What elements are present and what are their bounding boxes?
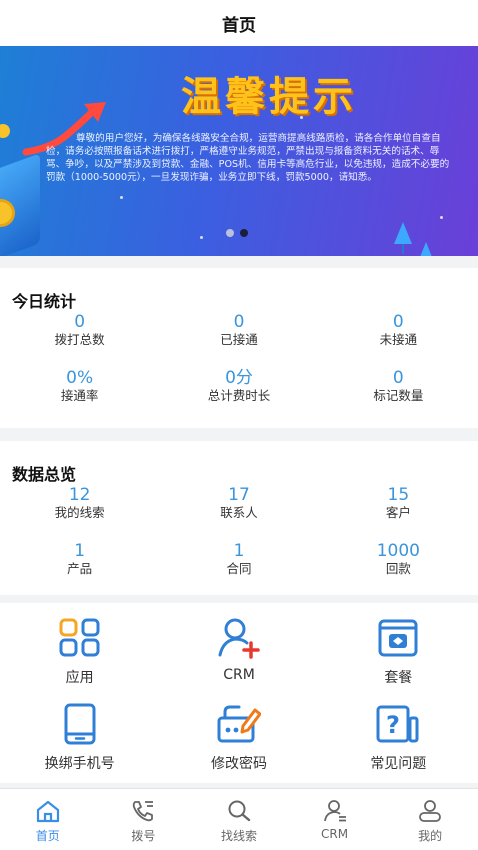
apps-icon: [57, 615, 103, 661]
question-icon: ?: [375, 701, 421, 747]
overview-label: 合同: [226, 561, 252, 576]
menu-item-label: 套餐: [384, 670, 413, 686]
overview-value: 1: [74, 541, 86, 561]
overview-value: 1000: [376, 541, 420, 561]
tab-find-leads[interactable]: 找线索: [191, 789, 287, 850]
overview-my-leads[interactable]: 12 我的线索: [0, 485, 159, 541]
svg-text:?: ?: [386, 711, 400, 739]
tab-label: 我的: [418, 829, 443, 843]
menu-item-label: CRM: [223, 667, 255, 683]
package-icon: [375, 615, 421, 661]
stat-value: 0: [233, 312, 245, 332]
menu-item-label: 应用: [65, 670, 94, 686]
stat-label: 总计费时长: [207, 388, 271, 403]
stat-label: 未接通: [379, 332, 418, 347]
tab-dial[interactable]: 拨号: [96, 789, 192, 850]
section-title: 今日统计: [12, 292, 77, 311]
overview-products[interactable]: 1 产品: [0, 541, 159, 597]
menu-item-label: 换绑手机号: [44, 756, 115, 772]
tab-label: 拨号: [131, 829, 156, 843]
overview-payments[interactable]: 1000 回款: [319, 541, 478, 597]
home-icon: [0, 797, 96, 825]
stat-connect-rate[interactable]: 0% 接通率: [0, 368, 159, 424]
stat-value: 0: [392, 312, 404, 332]
overview-value: 12: [68, 485, 91, 505]
phone-icon: [57, 701, 103, 747]
tree-icon: [394, 222, 412, 254]
stat-label: 接通率: [60, 388, 99, 403]
carousel-dot[interactable]: [226, 229, 234, 237]
overview-value: 15: [387, 485, 410, 505]
profile-icon: [382, 797, 478, 825]
top-bar: 首页: [0, 0, 478, 46]
menu-item-change-phone[interactable]: 换绑手机号: [0, 701, 159, 787]
stat-connected[interactable]: 0 已接通: [159, 312, 318, 368]
tab-label: 找线索: [220, 829, 257, 843]
stat-value: 0: [74, 312, 86, 332]
crm-icon: [287, 797, 383, 825]
overview-customers[interactable]: 15 客户: [319, 485, 478, 541]
stat-value: 0分: [225, 368, 253, 388]
page-title: 首页: [222, 15, 256, 36]
tab-label: CRM: [321, 827, 349, 841]
overview-value: 17: [228, 485, 250, 505]
notice-banner[interactable]: 温馨提示 尊敬的用户您好，为确保各线路安全合规，运营商提高线路质检，请各合作单位…: [0, 46, 478, 256]
menu-item-change-password[interactable]: 修改密码: [159, 701, 318, 787]
coin-icon: [0, 124, 10, 138]
banner-text: 尊敬的用户您好，为确保各线路安全合规，运营商提高线路质检，请各合作单位自查自检，…: [46, 133, 450, 183]
section-title: 数据总览: [12, 465, 77, 484]
overview-label: 产品: [67, 561, 93, 576]
stat-not-connected[interactable]: 0 未接通: [319, 312, 478, 368]
dial-icon: [96, 797, 192, 825]
stat-value: 0: [392, 368, 404, 388]
tab-label: 首页: [35, 829, 60, 843]
overview-contracts[interactable]: 1 合同: [159, 541, 318, 597]
menu-item-crm[interactable]: CRM: [159, 615, 318, 701]
tab-home[interactable]: 首页: [0, 789, 96, 850]
stat-label: 标记数量: [373, 388, 424, 403]
overview-label: 回款: [385, 561, 411, 576]
search-icon: [191, 797, 287, 825]
stat-total-calls[interactable]: 0 拨打总数: [0, 312, 159, 368]
overview-label: 我的线索: [54, 505, 105, 520]
stat-value: 0%: [66, 368, 94, 388]
bottom-tab-bar: 首页 拨号 找线索 CRM 我的: [0, 788, 478, 850]
carousel-dot-active[interactable]: [240, 229, 248, 237]
shortcut-menu-section: 应用 CRM 套餐 换绑手机号 修改密码 ? 常见问题: [0, 603, 478, 783]
stat-label: 拨打总数: [54, 332, 105, 347]
menu-item-package[interactable]: 套餐: [319, 615, 478, 701]
tab-crm[interactable]: CRM: [287, 789, 383, 850]
add-user-icon: [216, 615, 262, 661]
overview-label: 联系人: [220, 505, 258, 520]
stat-marked-count[interactable]: 0 标记数量: [319, 368, 478, 424]
stat-billing-duration[interactable]: 0分 总计费时长: [159, 368, 318, 424]
menu-item-label: 常见问题: [370, 756, 427, 772]
tab-profile[interactable]: 我的: [382, 789, 478, 850]
overview-label: 客户: [385, 505, 411, 520]
overview-value: 1: [233, 541, 245, 561]
menu-item-faq[interactable]: ? 常见问题: [319, 701, 478, 787]
stat-label: 已接通: [220, 332, 258, 347]
banner-title: 温馨提示: [181, 74, 357, 120]
menu-item-apps[interactable]: 应用: [0, 615, 159, 701]
edit-password-icon: [216, 701, 262, 747]
tree-icon: [420, 242, 432, 256]
overview-contacts[interactable]: 17 联系人: [159, 485, 318, 541]
menu-item-label: 修改密码: [210, 756, 267, 772]
data-overview-section: 数据总览 12 我的线索 17 联系人 15 客户 1 产品 1 合同 1000…: [0, 441, 478, 595]
today-stats-section: 今日统计 0 拨打总数 0 已接通 0 未接通 0% 接通率 0分 总计费时长 …: [0, 268, 478, 428]
